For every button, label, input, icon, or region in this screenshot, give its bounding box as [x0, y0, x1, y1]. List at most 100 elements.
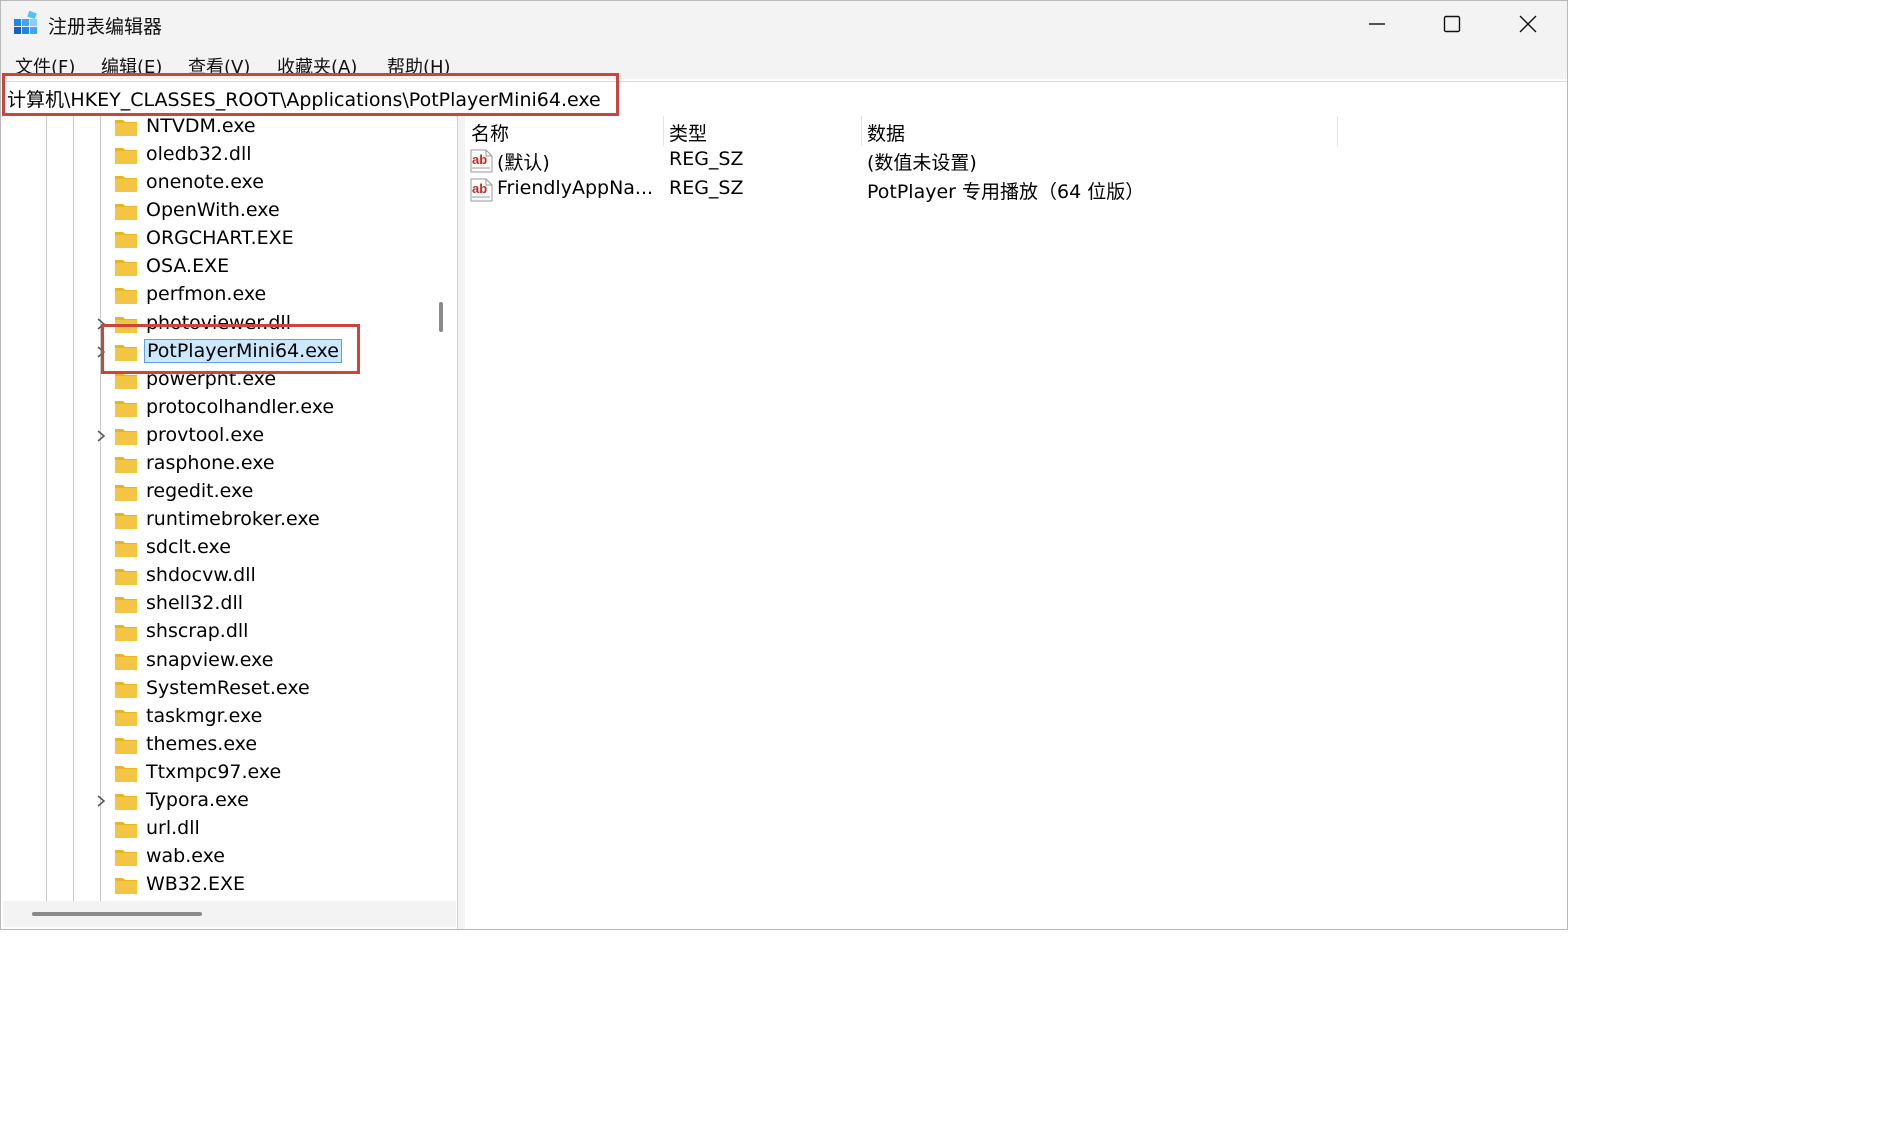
- column-header-data[interactable]: 数据: [861, 116, 1337, 146]
- svg-text:ab: ab: [472, 152, 487, 167]
- folder-icon: [115, 288, 137, 305]
- tree-item[interactable]: oledb32.dll: [3, 142, 423, 170]
- tree-item[interactable]: ORGCHART.EXE: [3, 226, 423, 254]
- tree-item[interactable]: shell32.dll: [3, 591, 423, 619]
- folder-icon: [115, 428, 137, 445]
- tree-item[interactable]: Typora.exe: [3, 788, 423, 816]
- value-name: (默认): [497, 152, 550, 174]
- value-type: REG_SZ: [669, 148, 744, 170]
- column-header-type[interactable]: 类型: [663, 116, 861, 146]
- tree-item-label: PotPlayerMini64.exe: [144, 338, 342, 363]
- tree-item-label: regedit.exe: [146, 480, 254, 503]
- menu-edit[interactable]: 编辑(E): [101, 53, 162, 79]
- folder-icon: [115, 513, 137, 530]
- tree-item[interactable]: perfmon.exe: [3, 282, 423, 310]
- tree-item[interactable]: PotPlayerMini64.exe: [3, 338, 423, 367]
- tree-item[interactable]: WB32.EXE: [3, 872, 423, 900]
- folder-icon: [115, 176, 137, 193]
- tree-item-label: shscrap.dll: [146, 620, 249, 643]
- folder-icon: [115, 120, 137, 136]
- tree-item[interactable]: onenote.exe: [3, 170, 423, 198]
- minimize-icon: [1369, 23, 1385, 25]
- tree-item[interactable]: shscrap.dll: [3, 619, 423, 647]
- column-header-type-label: 类型: [669, 123, 708, 145]
- maximize-button[interactable]: [1414, 1, 1490, 47]
- folder-icon: [115, 232, 137, 249]
- window-title: 注册表编辑器: [48, 16, 163, 38]
- folder-icon: [115, 148, 137, 165]
- tree-vertical-scroll-thumb[interactable]: [439, 302, 443, 332]
- chevron-right-icon[interactable]: [95, 429, 107, 443]
- tree-item[interactable]: runtimebroker.exe: [3, 507, 423, 535]
- string-value-icon: ab: [470, 149, 493, 173]
- folder-icon: [115, 765, 137, 782]
- menu-file[interactable]: 文件(F): [15, 53, 75, 79]
- tree-item[interactable]: wab.exe: [3, 844, 423, 872]
- tree-horizontal-scrollbar[interactable]: [3, 901, 456, 927]
- tree-item[interactable]: provtool.exe: [3, 423, 423, 451]
- tree-item-label: SystemReset.exe: [146, 676, 310, 699]
- tree-item[interactable]: taskmgr.exe: [3, 704, 423, 732]
- tree-item-label: taskmgr.exe: [146, 704, 263, 727]
- tree-item-label: OSA.EXE: [146, 255, 230, 278]
- tree-item-label: OpenWith.exe: [146, 199, 280, 222]
- folder-icon: [115, 653, 137, 670]
- tree-vertical-scrollbar[interactable]: [428, 116, 456, 901]
- folder-icon: [115, 204, 137, 221]
- chevron-right-icon[interactable]: [95, 317, 107, 331]
- key-tree[interactable]: NTVDM.exe oledb32.dll onenote.exe OpenWith.…: [3, 116, 428, 901]
- maximize-icon: [1443, 15, 1461, 33]
- tree-item-label: perfmon.exe: [146, 283, 267, 306]
- tree-item[interactable]: OpenWith.exe: [3, 198, 423, 226]
- minimize-button[interactable]: [1339, 1, 1415, 47]
- tree-item[interactable]: snapview.exe: [3, 648, 423, 676]
- tree-item[interactable]: url.dll: [3, 816, 423, 844]
- tree-horizontal-scroll-thumb[interactable]: [32, 912, 202, 916]
- column-separator[interactable]: [1337, 116, 1338, 146]
- tree-item-label: sdclt.exe: [146, 536, 231, 559]
- tree-item[interactable]: OSA.EXE: [3, 254, 423, 282]
- tree-item[interactable]: rasphone.exe: [3, 451, 423, 479]
- string-value-icon: ab: [470, 178, 493, 202]
- tree-item-label: ORGCHART.EXE: [146, 227, 294, 250]
- close-button[interactable]: [1490, 1, 1566, 47]
- column-header-name[interactable]: 名称: [465, 116, 663, 146]
- menu-view[interactable]: 查看(V): [188, 53, 250, 79]
- value-row[interactable]: ab (默认) REG_SZ (数值未设置): [465, 146, 1565, 175]
- folder-icon: [115, 793, 137, 810]
- value-name: FriendlyAppNa...: [497, 177, 654, 199]
- registry-editor-window: 注册表编辑器 文件(F) 编辑(E) 查看(V) 收藏夹(A) 帮助(H) 计算…: [0, 0, 1568, 930]
- tree-item[interactable]: Ttxmpc97.exe: [3, 760, 423, 788]
- close-icon: [1519, 15, 1537, 33]
- title-bar[interactable]: 注册表编辑器: [1, 1, 1567, 47]
- tree-item-label: snapview.exe: [146, 648, 274, 671]
- tree-item[interactable]: sdclt.exe: [3, 535, 423, 563]
- tree-item[interactable]: NTVDM.exe: [3, 116, 423, 142]
- values-list[interactable]: 名称 类型 数据 ab (默认) REG_SZ (数值未设置) ab Frien…: [465, 116, 1567, 929]
- menu-favorites[interactable]: 收藏夹(A): [277, 53, 357, 79]
- address-bar[interactable]: 计算机\HKEY_CLASSES_ROOT\Applications\PotPl…: [1, 81, 1567, 117]
- folder-icon: [115, 456, 137, 473]
- folder-icon: [115, 372, 137, 389]
- tree-item[interactable]: protocolhandler.exe: [3, 395, 423, 423]
- tree-item-label: runtimebroker.exe: [146, 508, 320, 531]
- address-path[interactable]: 计算机\HKEY_CLASSES_ROOT\Applications\PotPl…: [7, 85, 601, 112]
- tree-item[interactable]: regedit.exe: [3, 479, 423, 507]
- folder-icon: [115, 260, 137, 277]
- folder-icon: [115, 569, 137, 586]
- tree-item-label: shell32.dll: [146, 592, 244, 615]
- menu-help[interactable]: 帮助(H): [387, 53, 451, 79]
- value-data: PotPlayer 专用播放（64 位版）: [867, 181, 1145, 203]
- column-header-name-label: 名称: [471, 123, 510, 145]
- folder-icon: [115, 597, 137, 614]
- chevron-right-icon[interactable]: [95, 794, 107, 808]
- tree-item[interactable]: photoviewer.dll: [3, 311, 423, 339]
- folder-icon: [115, 737, 137, 754]
- folder-icon: [115, 850, 137, 867]
- tree-item[interactable]: shdocvw.dll: [3, 563, 423, 591]
- tree-item[interactable]: powerpnt.exe: [3, 367, 423, 395]
- chevron-right-icon[interactable]: [95, 345, 107, 359]
- tree-item[interactable]: SystemReset.exe: [3, 676, 423, 704]
- tree-item[interactable]: themes.exe: [3, 732, 423, 760]
- value-row[interactable]: ab FriendlyAppNa... REG_SZ PotPlayer 专用播…: [465, 175, 1565, 204]
